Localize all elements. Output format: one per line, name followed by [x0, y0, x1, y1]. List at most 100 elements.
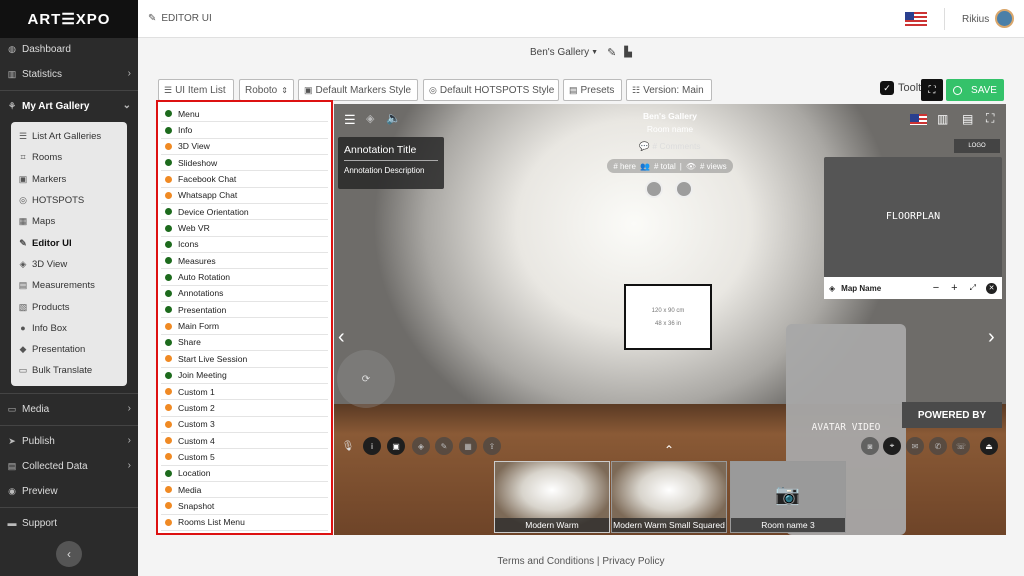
submenu-item-measurements[interactable]: ▤ Measurements	[11, 275, 127, 296]
version-select[interactable]: ☷ Version: Main	[626, 79, 712, 101]
layers-icon[interactable]: ◈	[829, 284, 835, 293]
ui-item-row[interactable]: Main Form	[161, 318, 328, 335]
ui-item-list-button[interactable]: ☰ UI Item List	[158, 79, 234, 101]
chevron-up-icon[interactable]: ⌃	[664, 443, 674, 457]
presets-button[interactable]: ▤ Presets	[563, 79, 622, 101]
gallery-preview[interactable]: ☰ ◈ 🔈 Ben's Gallery Room name 💬 # Commen…	[334, 104, 1006, 535]
submenu-item-maps[interactable]: ▦ Maps	[11, 211, 127, 232]
ui-item-row[interactable]: Share	[161, 335, 328, 352]
powered-by-badge[interactable]: POWERED BY	[902, 402, 1002, 428]
ui-item-row[interactable]: Info	[161, 122, 328, 139]
ui-item-row[interactable]: Rooms List Menu	[161, 515, 328, 531]
web-vr-icon[interactable]: ⏏	[980, 437, 998, 455]
submenu-item-editor-ui[interactable]: ✎ Editor UI	[11, 232, 127, 253]
map-icon[interactable]: ▥	[937, 112, 948, 126]
expand-icon[interactable]: ⛶	[986, 111, 994, 126]
facebook-chat-icon[interactable]: ✉	[906, 437, 924, 455]
submenu-item-info-box[interactable]: ● Info Box	[11, 318, 127, 339]
submenu-item-markers[interactable]: ▣ Markers	[11, 169, 127, 190]
close-icon[interactable]: ✕	[986, 282, 997, 294]
zoom-out-icon[interactable]: −	[933, 282, 939, 294]
annotation-box[interactable]: Annotation Title Annotation Description	[338, 137, 444, 189]
submenu-item-bulk-translate[interactable]: ▭ Bulk Translate	[11, 360, 127, 381]
ui-item-row[interactable]: Custom 4	[161, 433, 328, 450]
ui-item-row[interactable]: Custom 1	[161, 384, 328, 401]
microphone-icon[interactable]: 🎙	[339, 437, 357, 455]
rooms-icon[interactable]: ▤	[962, 112, 973, 126]
ui-item-row[interactable]: Slideshow	[161, 155, 328, 172]
ui-item-row[interactable]: Presentation	[161, 302, 328, 319]
us-flag-icon[interactable]	[910, 114, 927, 125]
visitor-avatar[interactable]	[675, 180, 693, 198]
submenu-item-presentation[interactable]: ◆ Presentation	[11, 339, 127, 360]
submenu-item-list-art-galleries[interactable]: ☰ List Art Galleries	[11, 126, 127, 147]
share-icon[interactable]: ⇪	[483, 437, 501, 455]
room-thumbnail[interactable]: Modern Warm Small Squared	[611, 461, 727, 533]
zoom-in-icon[interactable]: +	[951, 282, 957, 294]
privacy-link[interactable]: Privacy Policy	[602, 556, 664, 567]
user-name[interactable]: Rikius	[962, 14, 989, 25]
ui-item-row[interactable]: Media	[161, 482, 328, 499]
ui-item-row[interactable]: Icons	[161, 237, 328, 254]
avatar[interactable]	[995, 9, 1014, 28]
floorplan-panel[interactable]: FLOORPLAN ◈ Map Name − + ⤢ ✕	[824, 157, 1002, 299]
slideshow-icon[interactable]: ▣	[387, 437, 405, 455]
ui-item-row[interactable]: Custom 5	[161, 449, 328, 466]
visitor-avatar[interactable]	[645, 180, 663, 198]
app-logo[interactable]: ART☰XPO	[0, 0, 138, 38]
ui-item-row[interactable]: Device Orientation	[161, 204, 328, 221]
snapshot-icon[interactable]: ◙	[861, 437, 879, 455]
sidebar-item-support[interactable]: ▬ Support	[0, 511, 138, 536]
font-select[interactable]: Roboto ⇕	[239, 79, 294, 101]
prev-room-arrow-icon[interactable]: ‹	[338, 326, 345, 349]
ui-item-row[interactable]: Custom 3	[161, 417, 328, 433]
gallery-select[interactable]: Ben's Gallery	[530, 47, 589, 58]
sidebar-item-media[interactable]: ▭ Media ›	[0, 397, 138, 422]
submenu-item-rooms[interactable]: ⌗ Rooms	[11, 147, 127, 168]
ui-item-row[interactable]: Auto Rotation	[161, 269, 328, 286]
sidebar-item-preview[interactable]: ◉ Preview	[0, 479, 138, 504]
ui-item-row[interactable]: Whatsapp Chat	[161, 188, 328, 205]
sidebar-item-collected-data[interactable]: ▤ Collected Data ›	[0, 454, 138, 479]
artwork-marker[interactable]: 120 x 90 cm 48 x 36 in	[624, 284, 712, 350]
us-flag-icon[interactable]	[905, 12, 927, 26]
submenu-item-products[interactable]: ▧ Products	[11, 296, 127, 317]
ui-item-row[interactable]: Location	[161, 466, 328, 482]
room-thumbnail[interactable]: Modern Warm	[494, 461, 610, 533]
ui-item-row[interactable]: 3D View	[161, 139, 328, 156]
sidebar-item-my-art-gallery[interactable]: ⚘ My Art Gallery ⌄	[0, 94, 138, 119]
submenu-item-hotspots[interactable]: ◎ HOTSPOTS	[11, 190, 127, 211]
fullscreen-button[interactable]: ⛶	[921, 79, 943, 101]
ui-item-row[interactable]: Annotations	[161, 286, 328, 303]
collapse-sidebar-button[interactable]: ‹	[56, 541, 82, 567]
sidebar-item-dashboard[interactable]: ◍ Dashboard	[0, 37, 138, 62]
markers-style-button[interactable]: ▣ Default Markers Style	[298, 79, 418, 101]
next-room-arrow-icon[interactable]: ›	[988, 326, 995, 349]
hotspots-style-button[interactable]: ◎ Default HOTSPOTS Style	[423, 79, 559, 101]
expand-icon[interactable]: ⤢	[970, 283, 976, 293]
ui-item-row[interactable]: Measures	[161, 253, 328, 270]
ui-item-row[interactable]: Custom 2	[161, 400, 328, 417]
ui-item-row[interactable]: Start Live Session	[161, 351, 328, 368]
save-button[interactable]: SAVE	[946, 79, 1004, 101]
info-icon[interactable]: i	[363, 437, 381, 455]
location-icon[interactable]: ⌖	[883, 437, 901, 455]
ui-item-row[interactable]: Join Meeting	[161, 368, 328, 384]
building-icon[interactable]: ▙	[624, 47, 632, 58]
terms-link[interactable]: Terms and Conditions	[497, 556, 594, 567]
messenger-icon[interactable]: ✆	[929, 437, 947, 455]
room-thumbnail[interactable]: 📷 Room name 3	[730, 461, 846, 533]
annotation-icon[interactable]: ✎	[435, 437, 453, 455]
whatsapp-icon[interactable]: ☏	[952, 437, 970, 455]
sidebar-item-statistics[interactable]: ▥ Statistics ›	[0, 62, 138, 87]
ui-item-row[interactable]: Snapshot	[161, 498, 328, 515]
ui-item-row[interactable]: Menu	[161, 106, 328, 123]
ui-item-row[interactable]: Facebook Chat	[161, 171, 328, 188]
submenu-item-3d-view[interactable]: ◈ 3D View	[11, 254, 127, 275]
navigation-joystick[interactable]: ⟳	[337, 350, 395, 408]
sidebar-item-publish[interactable]: ➤ Publish ›	[0, 429, 138, 454]
presentation-icon[interactable]: ▦	[459, 437, 477, 455]
edit-icon[interactable]: ✎	[607, 46, 616, 59]
ui-item-row[interactable]: Web VR	[161, 220, 328, 237]
3d-view-icon[interactable]: ◈	[412, 437, 430, 455]
